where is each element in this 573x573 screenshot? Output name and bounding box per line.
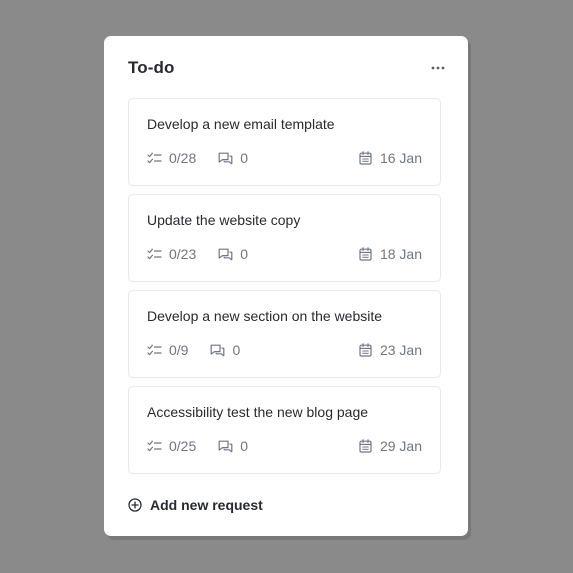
task-title: Develop a new section on the website <box>147 308 383 324</box>
calendar-icon <box>359 247 372 261</box>
task-meta: 0/9 0 23 Jan <box>147 341 422 359</box>
due-date-value: 16 Jan <box>379 150 422 166</box>
comment-value: 0 <box>240 150 249 166</box>
comments-icon <box>218 152 233 164</box>
comment-count: 0 <box>218 246 248 262</box>
comment-value: 0 <box>240 438 249 454</box>
checklist-icon <box>147 344 162 356</box>
column-title: To-do <box>128 58 175 77</box>
card-list: Develop a new email template 0/28 0 16 J… <box>128 98 441 482</box>
task-title: Update the website copy <box>147 212 301 228</box>
comment-value: 0 <box>240 246 249 262</box>
column-header: To-do <box>128 56 445 80</box>
ellipsis-icon[interactable] <box>428 58 448 78</box>
checklist-value: 0/25 <box>169 438 197 454</box>
due-date: 18 Jan <box>359 246 422 262</box>
add-new-request-label: Add new request <box>150 497 263 513</box>
plus-circle-icon <box>128 498 150 512</box>
comment-count: 0 <box>218 438 248 454</box>
comment-value: 0 <box>232 342 241 358</box>
task-meta: 0/23 0 18 Jan <box>147 245 422 263</box>
checklist-value: 0/23 <box>169 246 197 262</box>
checklist-value: 0/28 <box>169 150 197 166</box>
due-date-value: 29 Jan <box>379 438 422 454</box>
todo-column: To-do Develop a new email template 0/28 … <box>104 36 468 536</box>
checklist-count: 0/23 <box>147 246 196 262</box>
calendar-icon <box>359 151 372 165</box>
comments-icon <box>218 440 233 452</box>
checklist-icon <box>147 440 162 452</box>
task-card[interactable]: Update the website copy 0/23 0 18 Jan <box>128 194 441 282</box>
calendar-icon <box>359 343 372 357</box>
comment-count: 0 <box>218 150 248 166</box>
task-meta: 0/25 0 29 Jan <box>147 437 422 455</box>
due-date-value: 18 Jan <box>379 246 422 262</box>
task-meta: 0/28 0 16 Jan <box>147 149 422 167</box>
checklist-icon <box>147 248 162 260</box>
task-card[interactable]: Develop a new section on the website 0/9 <box>128 290 441 378</box>
comments-icon <box>218 248 233 260</box>
due-date: 23 Jan <box>359 342 422 358</box>
due-date: 29 Jan <box>359 438 422 454</box>
checklist-count: 0/25 <box>147 438 196 454</box>
checklist-icon <box>147 152 162 164</box>
task-title: Accessibility test the new blog page <box>147 404 369 420</box>
due-date: 16 Jan <box>359 150 422 166</box>
comments-icon <box>211 344 225 356</box>
task-title: Develop a new email template <box>147 116 335 132</box>
due-date-value: 23 Jan <box>379 342 422 358</box>
checklist-count: 0/9 <box>147 342 188 358</box>
task-card[interactable]: Accessibility test the new blog page 0/2… <box>128 386 441 474</box>
add-new-request-button[interactable]: Add new request <box>128 496 263 514</box>
comment-count: 0 <box>210 342 240 358</box>
checklist-value: 0/9 <box>169 342 189 358</box>
calendar-icon <box>359 439 372 453</box>
task-card[interactable]: Develop a new email template 0/28 0 16 J… <box>128 98 441 186</box>
checklist-count: 0/28 <box>147 150 196 166</box>
